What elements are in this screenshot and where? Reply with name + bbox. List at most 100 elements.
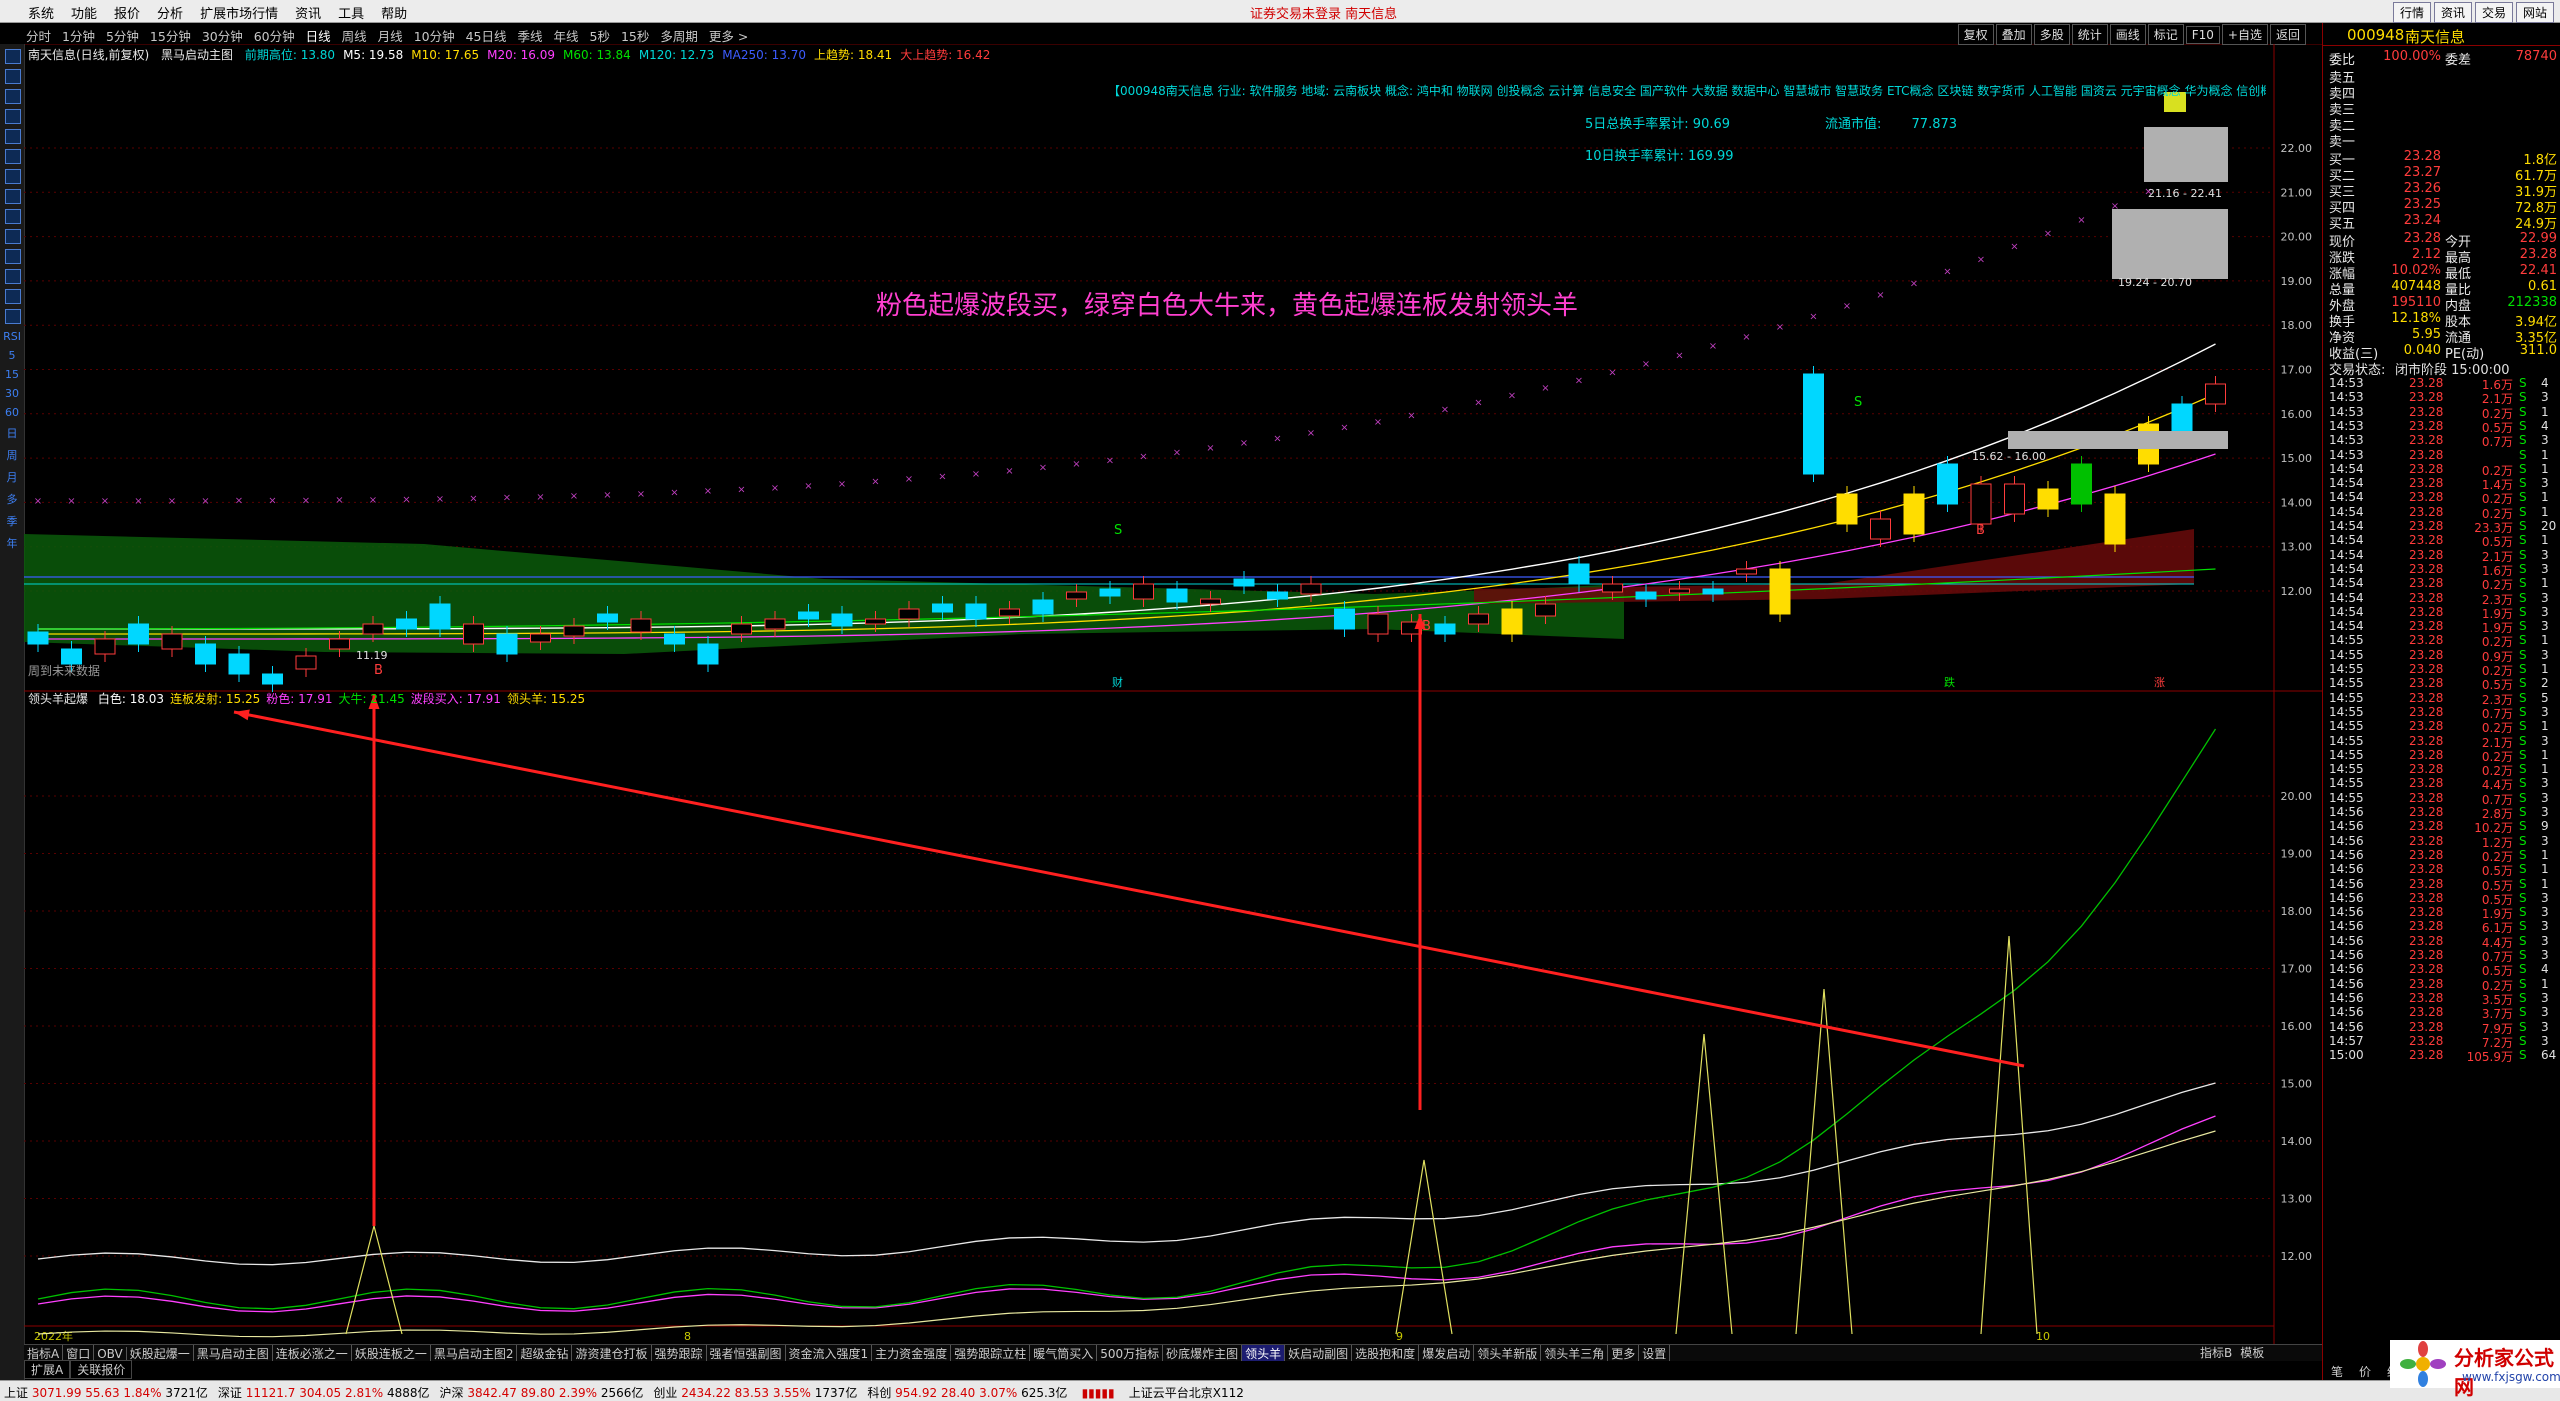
period-shortcut-5[interactable]: 日 <box>0 425 24 441</box>
period-tab-14[interactable]: 15秒 <box>621 26 649 45</box>
indicator-tab-13[interactable]: 主力资金强度 <box>872 1345 952 1361</box>
indicator-tab-1[interactable]: 窗口 <box>63 1345 95 1361</box>
chart-tool-4[interactable]: 画线 <box>2109 24 2146 45</box>
indicator-tab-10[interactable]: 强势跟踪 <box>652 1345 707 1361</box>
menu-item-2[interactable]: 报价 <box>106 0 149 22</box>
tool-icon-12[interactable] <box>5 289 21 304</box>
period-shortcut-7[interactable]: 月 <box>0 469 24 485</box>
index-3[interactable]: 创业 2434.22 83.53 3.55% 1737亿 <box>653 1384 857 1401</box>
indicator-tab-7[interactable]: 黑马启动主图2 <box>431 1345 518 1361</box>
period-shortcut-9[interactable]: 季 <box>0 513 24 529</box>
period-tab-4[interactable]: 30分钟 <box>202 26 243 45</box>
period-tab-6[interactable]: 日线 <box>306 26 331 45</box>
top-button-1[interactable]: 资讯 <box>2433 2 2472 23</box>
indicator-tab-9[interactable]: 游资建仓打板 <box>572 1345 652 1361</box>
period-tab-16[interactable]: 更多 > <box>709 26 748 45</box>
tool-icon-11[interactable] <box>5 269 21 284</box>
period-tab-15[interactable]: 多周期 <box>660 26 698 45</box>
period-tab-3[interactable]: 15分钟 <box>150 26 191 45</box>
indicator-tab-right-1[interactable]: 模板 <box>2240 1346 2264 1360</box>
chart-tool-7[interactable]: +自选 <box>2221 24 2268 45</box>
tool-icon-13[interactable] <box>5 309 21 324</box>
quote-tab-1[interactable]: 价 <box>2351 1363 2379 1380</box>
chart-tool-6[interactable]: F10 <box>2185 26 2220 44</box>
tool-icon-3[interactable] <box>5 109 21 124</box>
period-shortcut-10[interactable]: 年 <box>0 535 24 551</box>
tool-icon-10[interactable] <box>5 249 21 264</box>
menu-item-6[interactable]: 工具 <box>330 0 373 22</box>
tool-icon-7[interactable] <box>5 189 21 204</box>
indicator-tab-23[interactable]: 领头羊三角 <box>1541 1345 1609 1361</box>
indicator-name[interactable]: 黑马启动主图 <box>161 48 233 62</box>
period-tab-13[interactable]: 5秒 <box>590 26 610 45</box>
period-shortcut-2[interactable]: 15 <box>0 368 24 381</box>
tool-icon-1[interactable] <box>5 69 21 84</box>
top-button-3[interactable]: 网站 <box>2515 2 2554 23</box>
index-2[interactable]: 沪深 3842.47 89.80 2.39% 2566亿 <box>439 1384 643 1401</box>
indicator-tab-17[interactable]: 砂底爆炸主图 <box>1163 1345 1243 1361</box>
indicator-tab-20[interactable]: 选股抱和度 <box>1352 1345 1420 1361</box>
period-shortcut-4[interactable]: 60 <box>0 406 24 419</box>
chart-tool-1[interactable]: 叠加 <box>1995 24 2032 45</box>
indicator-tab-21[interactable]: 爆发启动 <box>1419 1345 1475 1361</box>
period-tab-7[interactable]: 周线 <box>342 26 367 45</box>
indicator-tab-3[interactable]: 妖股起爆一 <box>127 1345 194 1361</box>
indicator-tab-25[interactable]: 设置 <box>1639 1345 1671 1361</box>
tool-icon-6[interactable] <box>5 169 21 184</box>
top-button-0[interactable]: 行情 <box>2392 2 2431 23</box>
extension-tab-0[interactable]: 扩展A <box>24 1360 71 1379</box>
period-shortcut-8[interactable]: 多 <box>0 491 24 507</box>
indicator-tab-22[interactable]: 领头羊新版 <box>1474 1345 1542 1361</box>
chart-tool-3[interactable]: 统计 <box>2071 24 2108 45</box>
menu-item-4[interactable]: 扩展市场行情 <box>192 0 287 22</box>
server-name[interactable]: 上证云平台北京X112 <box>1129 1384 1244 1401</box>
indicator-tab-12[interactable]: 资金流入强度1 <box>786 1345 873 1361</box>
sub-chart-title[interactable]: 领头羊起爆 <box>28 692 88 706</box>
indicator-tab-16[interactable]: 500万指标 <box>1097 1345 1164 1361</box>
indicator-tab-15[interactable]: 暖气筒买入 <box>1030 1345 1098 1361</box>
menu-item-7[interactable]: 帮助 <box>373 0 416 22</box>
period-shortcut-0[interactable]: RSI <box>0 330 24 343</box>
extension-tab-1[interactable]: 关联报价 <box>70 1360 133 1379</box>
chart-tool-8[interactable]: 返回 <box>2269 24 2306 45</box>
period-tab-2[interactable]: 5分钟 <box>106 26 139 45</box>
indicator-tab-0[interactable]: 指标A <box>24 1345 64 1361</box>
indicator-tab-14[interactable]: 强势跟踪立柱 <box>951 1345 1031 1361</box>
chart-tool-0[interactable]: 复权 <box>1957 24 1994 45</box>
period-tab-1[interactable]: 1分钟 <box>62 26 95 45</box>
period-tab-10[interactable]: 45日线 <box>466 26 507 45</box>
period-shortcut-3[interactable]: 30 <box>0 387 24 400</box>
menu-item-3[interactable]: 分析 <box>149 0 192 22</box>
period-tab-8[interactable]: 月线 <box>378 26 403 45</box>
period-tab-12[interactable]: 年线 <box>554 26 579 45</box>
indicator-tab-4[interactable]: 黑马启动主图 <box>194 1345 273 1361</box>
tool-icon-2[interactable] <box>5 89 21 104</box>
tool-icon-4[interactable] <box>5 129 21 144</box>
indicator-tab-8[interactable]: 超级金钻 <box>517 1345 573 1361</box>
index-1[interactable]: 深证 11121.7 304.05 2.81% 4888亿 <box>218 1384 430 1401</box>
tool-icon-8[interactable] <box>5 209 21 224</box>
indicator-tab-6[interactable]: 妖股连板之一 <box>352 1345 431 1361</box>
menu-item-0[interactable]: 系统 <box>20 0 63 22</box>
menu-item-1[interactable]: 功能 <box>63 0 106 22</box>
tool-icon-5[interactable] <box>5 149 21 164</box>
tool-icon-9[interactable] <box>5 229 21 244</box>
indicator-tab-5[interactable]: 连板必涨之一 <box>273 1345 352 1361</box>
indicator-tab-right-0[interactable]: 指标B <box>2200 1346 2232 1360</box>
indicator-tab-2[interactable]: OBV <box>94 1347 127 1361</box>
top-button-2[interactable]: 交易 <box>2474 2 2513 23</box>
period-shortcut-6[interactable]: 周 <box>0 447 24 463</box>
index-0[interactable]: 上证 3071.99 55.63 1.84% 3721亿 <box>4 1384 208 1401</box>
period-tab-11[interactable]: 季线 <box>518 26 543 45</box>
period-shortcut-1[interactable]: 5 <box>0 349 24 362</box>
indicator-tab-19[interactable]: 妖启动副图 <box>1285 1345 1353 1361</box>
tool-icon-0[interactable] <box>5 49 21 64</box>
quote-tab-0[interactable]: 笔 <box>2323 1363 2351 1380</box>
period-tab-0[interactable]: 分时 <box>26 26 51 45</box>
index-4[interactable]: 科创 954.92 28.40 3.07% 625.3亿 <box>867 1384 1067 1401</box>
menu-item-5[interactable]: 资讯 <box>287 0 330 22</box>
period-tab-5[interactable]: 60分钟 <box>254 26 295 45</box>
chart-tool-2[interactable]: 多股 <box>2033 24 2070 45</box>
period-tab-9[interactable]: 10分钟 <box>414 26 455 45</box>
indicator-tab-24[interactable]: 更多 <box>1608 1345 1640 1361</box>
